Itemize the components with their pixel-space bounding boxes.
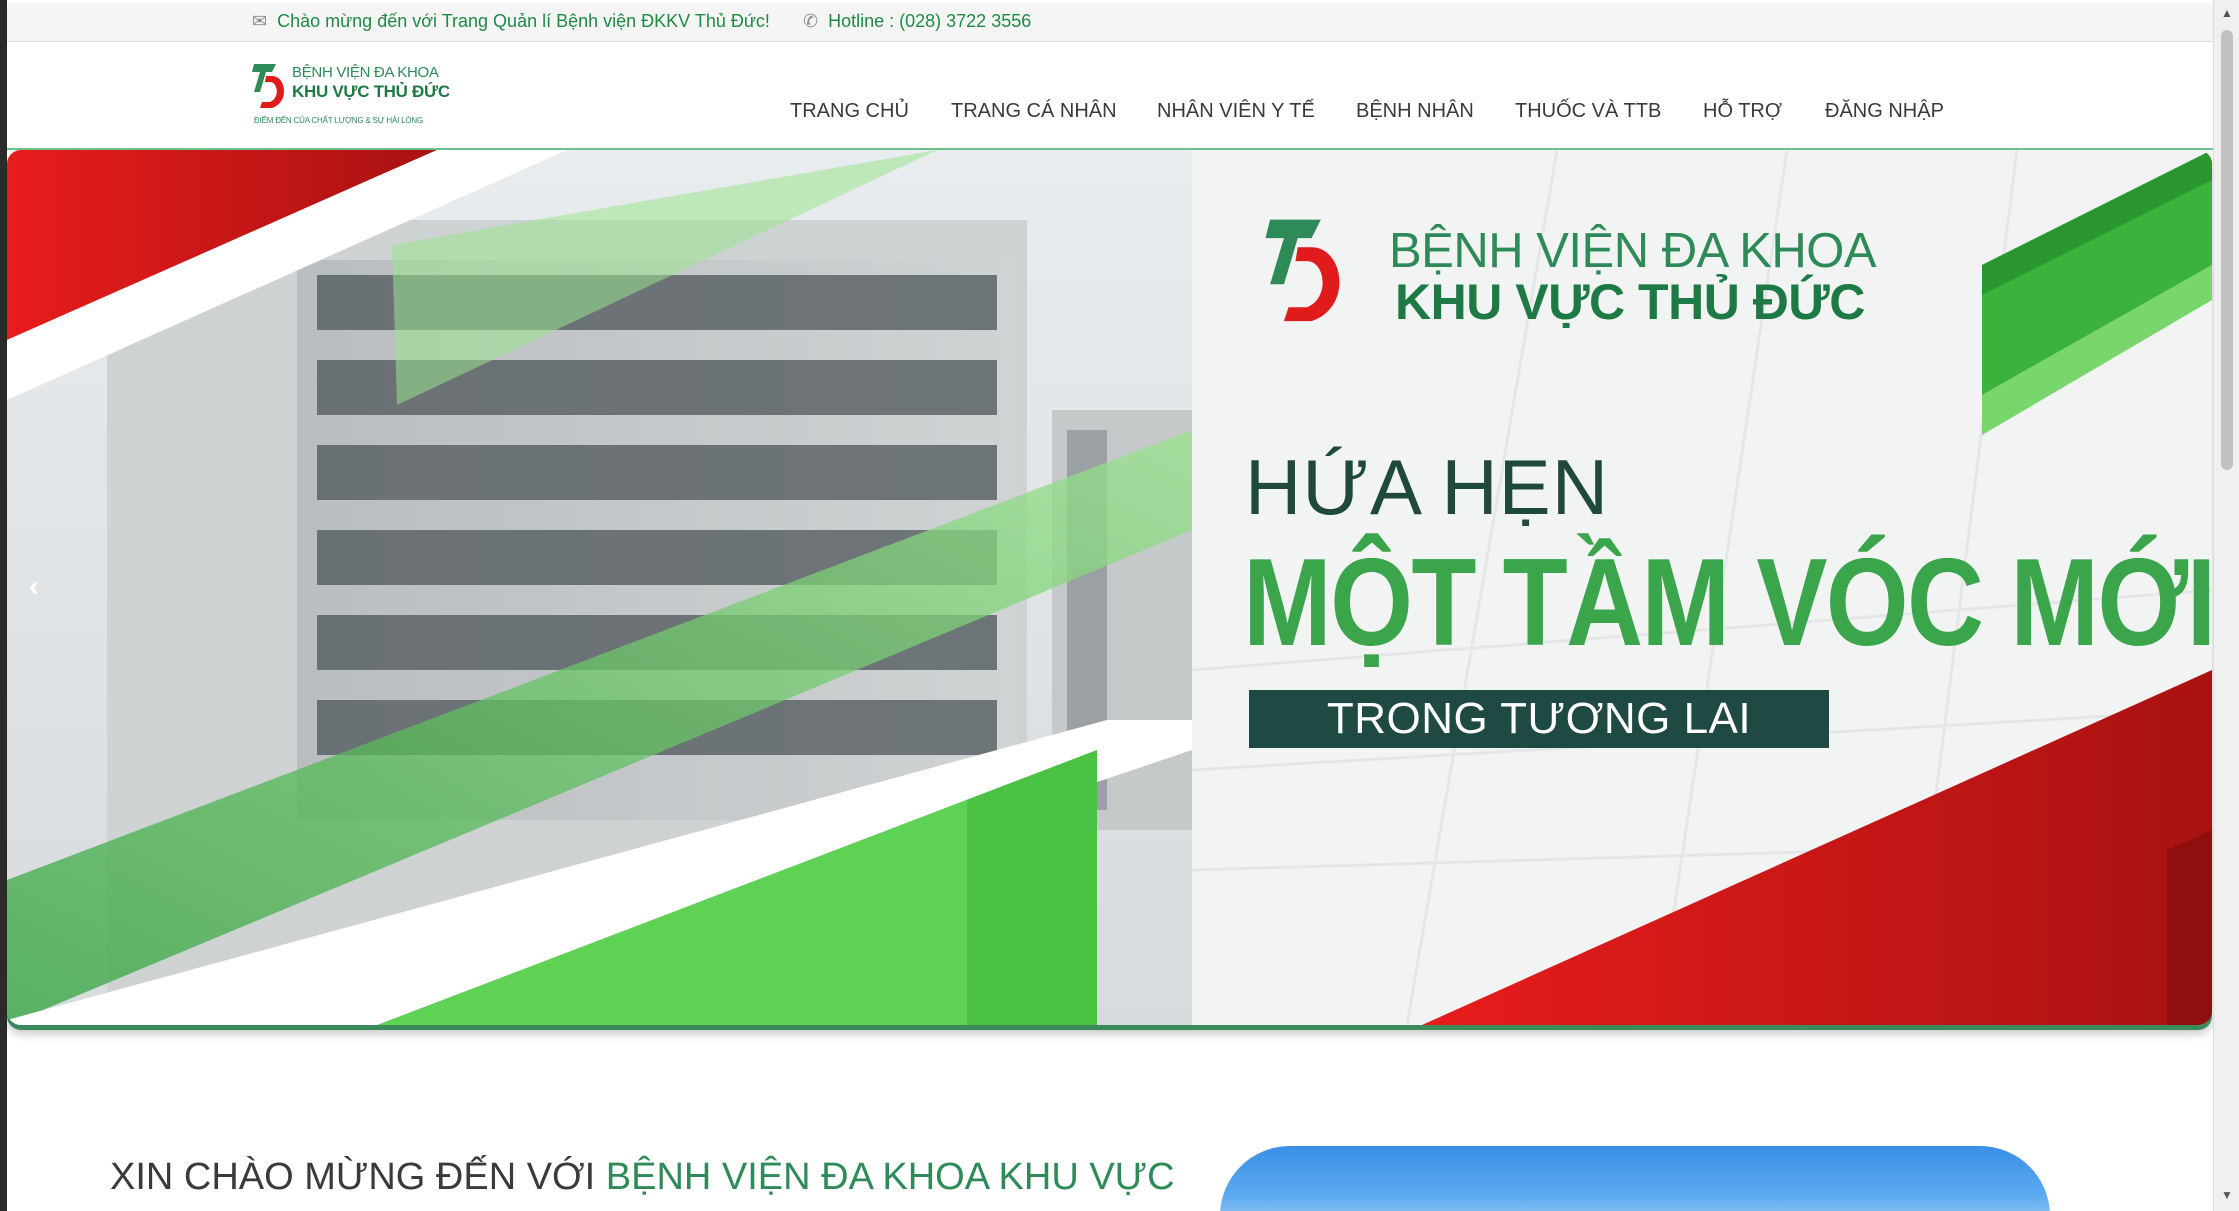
nav-item-medical-staff[interactable]: NHÂN VIÊN Y TẾ <box>1157 100 1315 123</box>
nav-item-medicine-equipment[interactable]: THUỐC VÀ TTB <box>1515 100 1661 123</box>
nav-item-profile[interactable]: TRANG CÁ NHÂN <box>951 100 1117 123</box>
nav-item-home[interactable]: TRANG CHỦ <box>790 100 909 123</box>
welcome-heading-highlight: BỆNH VIỆN ĐA KHOA KHU VỰC <box>605 1156 1175 1198</box>
scrollbar-thumb[interactable] <box>2221 30 2233 470</box>
welcome-heading: XIN CHÀO MỪNG ĐẾN VỚI BỆNH VIỆN ĐA KHOA … <box>110 1156 1175 1199</box>
hero-logo-line-2: KHU VỰC THỦ ĐỨC <box>1395 274 1865 330</box>
scroll-down-arrow-icon[interactable]: ▼ <box>2221 1188 2233 1202</box>
hospital-logo-mark-icon <box>252 64 285 108</box>
hotline[interactable]: ✆ Hotline : (028) 3722 3556 <box>803 11 1031 32</box>
envelope-icon: ✉ <box>252 11 268 31</box>
logo-tagline: ĐIỂM ĐẾN CỦA CHẤT LƯỢNG & SỰ HÀI LÒNG <box>254 116 424 125</box>
carousel-prev-button[interactable]: ‹ <box>29 570 39 604</box>
hero-carousel[interactable]: ‹ BỆNH VIỆN ĐA KHOA KHU VỰC THỦ ĐỨC HỨA … <box>7 150 2212 1025</box>
main-navbar: BỆNH VIỆN ĐA KHOA KHU VỰC THỦ ĐỨC ĐIỂM Đ… <box>7 42 2213 150</box>
hero-headline: MỘT TẦM VÓC MỚI <box>1243 534 2212 672</box>
welcome-message-text: Chào mừng đến với Trang Quản lí Bệnh việ… <box>277 11 770 31</box>
phone-icon: ✆ <box>803 11 819 31</box>
hero-promise-text: HỨA HẸN <box>1245 443 1610 531</box>
nav-item-login[interactable]: ĐĂNG NHẬP <box>1825 100 1944 123</box>
welcome-message: ✉ Chào mừng đến với Trang Quản lí Bệnh v… <box>252 11 770 32</box>
welcome-heading-prefix: XIN CHÀO MỪNG ĐẾN VỚI <box>110 1156 606 1198</box>
logo-line-2: KHU VỰC THỦ ĐỨC <box>292 82 450 101</box>
scroll-up-arrow-icon[interactable]: ▲ <box>2221 6 2233 20</box>
nav-item-patients[interactable]: BỆNH NHÂN <box>1356 100 1474 123</box>
hero-logo-mark-icon <box>1265 219 1340 322</box>
welcome-hospital-image <box>1220 1146 2050 1211</box>
logo-line-1: BỆNH VIỆN ĐA KHOA <box>292 64 439 81</box>
top-info-bar: ✉ Chào mừng đến với Trang Quản lí Bệnh v… <box>7 3 2213 42</box>
hospital-logo[interactable]: BỆNH VIỆN ĐA KHOA KHU VỰC THỦ ĐỨC ĐIỂM Đ… <box>252 60 450 132</box>
chevron-left-icon: ‹ <box>29 570 39 603</box>
page-scrollbar[interactable]: ▲ ▼ <box>2213 0 2239 1211</box>
window-edge <box>0 0 7 1211</box>
nav-item-support[interactable]: HỖ TRỢ <box>1703 100 1782 123</box>
hero-hospital-logo: BỆNH VIỆN ĐA KHOA KHU VỰC THỦ ĐỨC <box>1247 215 1877 345</box>
hero-logo-line-1: BỆNH VIỆN ĐA KHOA <box>1389 224 1877 278</box>
hero-subline: TRONG TƯƠNG LAI <box>1249 690 1829 748</box>
browser-page: ✉ Chào mừng đến với Trang Quản lí Bệnh v… <box>0 0 2213 1211</box>
hotline-text[interactable]: Hotline : (028) 3722 3556 <box>828 11 1031 32</box>
